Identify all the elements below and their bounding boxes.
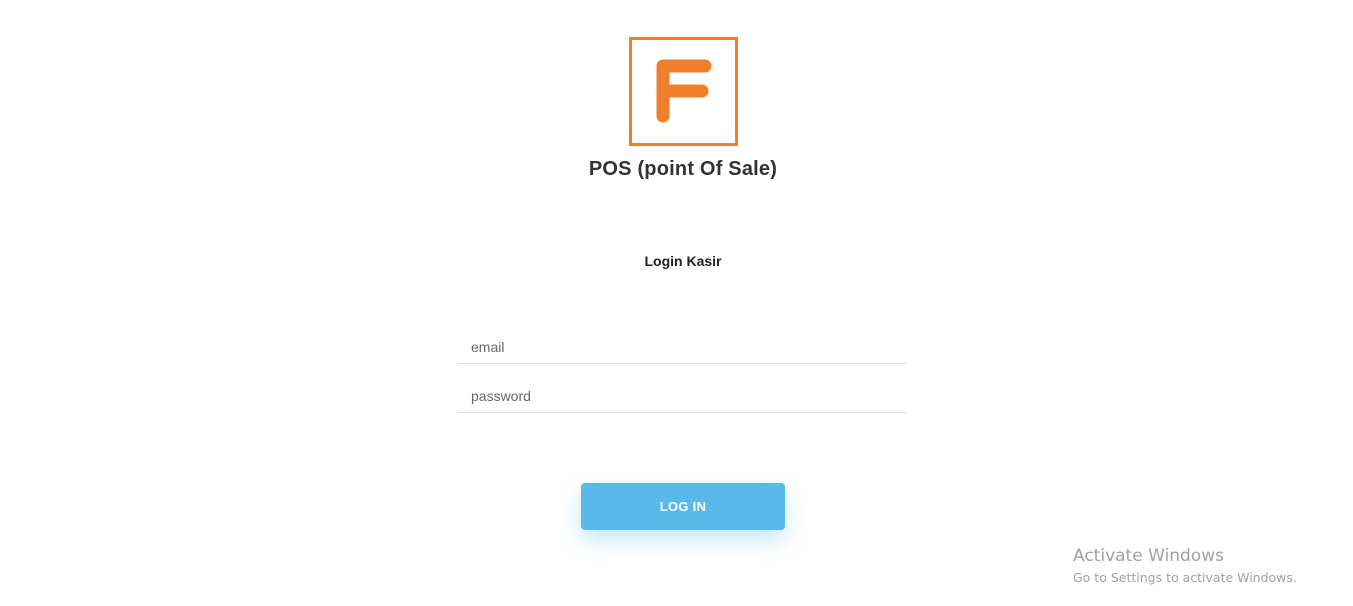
- app-title: POS (point Of Sale): [588, 158, 778, 180]
- email-field[interactable]: [458, 330, 907, 364]
- f-logo-icon: [656, 59, 712, 123]
- password-field[interactable]: [458, 379, 907, 413]
- login-heading: Login Kasir: [644, 253, 722, 269]
- app-logo: [629, 37, 738, 146]
- login-button[interactable]: LOG IN: [581, 483, 785, 530]
- login-page: POS (point Of Sale) Login Kasir LOG IN A…: [0, 0, 1353, 606]
- watermark-subtitle: Go to Settings to activate Windows.: [1073, 570, 1297, 585]
- windows-activation-watermark: Activate Windows Go to Settings to activ…: [1073, 545, 1343, 587]
- watermark-title: Activate Windows: [1073, 546, 1224, 566]
